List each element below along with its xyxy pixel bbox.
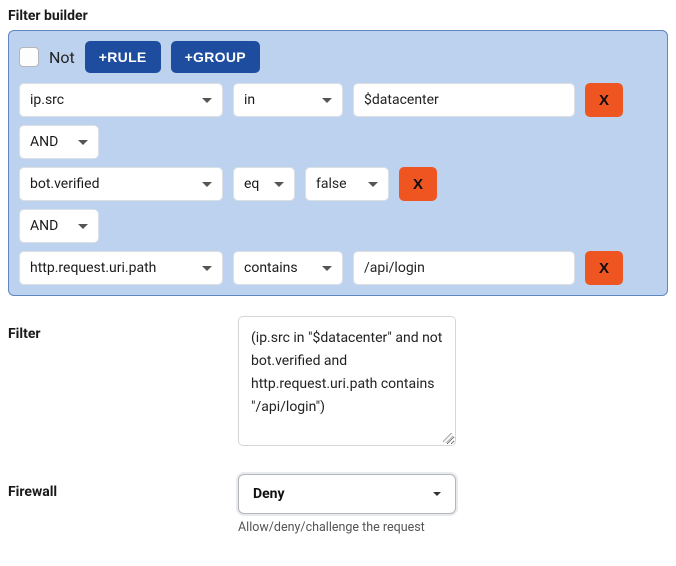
logic-select[interactable]: AND — [19, 125, 99, 159]
field-select[interactable]: ip.src — [19, 83, 223, 117]
firewall-action-select[interactable]: Deny — [238, 474, 456, 514]
add-group-button[interactable]: +GROUP — [171, 41, 260, 73]
firewall-hint: Allow/deny/challenge the request — [238, 520, 668, 535]
logic-row: AND — [19, 209, 657, 243]
firewall-field-group: Firewall Deny Allow/deny/challenge the r… — [8, 474, 668, 535]
value-input[interactable]: /api/login — [353, 251, 575, 285]
rule-row: bot.verified eq false X — [19, 167, 657, 201]
field-value: ip.src — [30, 92, 64, 108]
builder-top-row: Not +RULE +GROUP — [19, 41, 657, 73]
rule-row: http.request.uri.path contains /api/logi… — [19, 251, 657, 285]
filter-field-group: Filter (ip.src in "$datacenter" and not … — [8, 316, 668, 446]
logic-value: AND — [30, 134, 58, 150]
filter-expression-text: (ip.src in "$datacenter" and not bot.ver… — [251, 330, 442, 415]
not-label: Not — [49, 48, 75, 67]
value-input[interactable]: $datacenter — [353, 83, 575, 117]
delete-rule-button[interactable]: X — [399, 167, 437, 201]
delete-rule-button[interactable]: X — [585, 83, 623, 117]
filter-label: Filter — [8, 316, 228, 342]
filter-builder-panel: Not +RULE +GROUP ip.src in $datacenter X… — [8, 30, 668, 296]
field-select[interactable]: http.request.uri.path — [19, 251, 223, 285]
value-select[interactable]: false — [305, 167, 389, 201]
value-text: $datacenter — [364, 92, 439, 108]
field-value: http.request.uri.path — [30, 260, 156, 276]
logic-value: AND — [30, 218, 58, 234]
logic-row: AND — [19, 125, 657, 159]
field-select[interactable]: bot.verified — [19, 167, 223, 201]
delete-rule-button[interactable]: X — [585, 251, 623, 285]
not-checkbox[interactable] — [19, 47, 39, 67]
filter-expression-textarea[interactable]: (ip.src in "$datacenter" and not bot.ver… — [238, 316, 456, 446]
operator-value: contains — [244, 260, 298, 276]
operator-select[interactable]: in — [233, 83, 343, 117]
value-text: false — [316, 176, 347, 192]
firewall-action-value: Deny — [253, 486, 285, 502]
operator-value: in — [244, 92, 255, 108]
firewall-label: Firewall — [8, 474, 228, 500]
logic-select[interactable]: AND — [19, 209, 99, 243]
section-title: Filter builder — [8, 8, 668, 24]
value-text: /api/login — [364, 260, 425, 276]
add-rule-button[interactable]: +RULE — [85, 41, 161, 73]
field-value: bot.verified — [30, 176, 99, 192]
operator-select[interactable]: contains — [233, 251, 343, 285]
operator-value: eq — [244, 176, 259, 192]
operator-select[interactable]: eq — [233, 167, 295, 201]
rule-row: ip.src in $datacenter X — [19, 83, 657, 117]
